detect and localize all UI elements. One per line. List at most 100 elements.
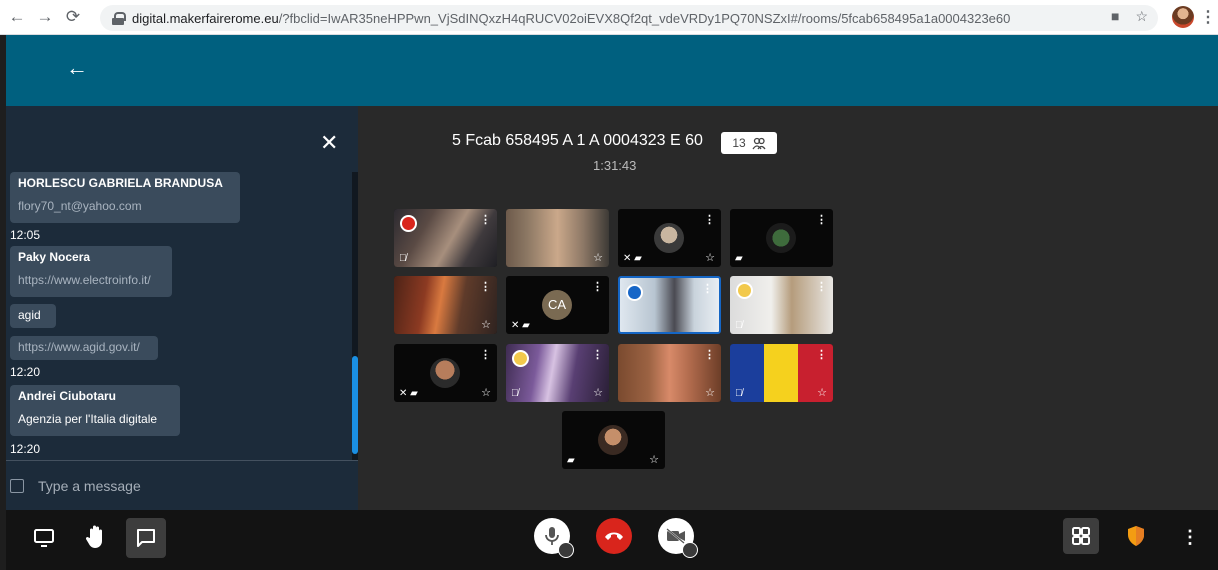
participant-tile-active[interactable]: ⋮ <box>618 276 721 334</box>
camera-button[interactable] <box>658 518 698 558</box>
pin-star-icon[interactable]: ☆ <box>481 318 491 331</box>
raise-hand-button[interactable] <box>84 524 108 550</box>
address-bar[interactable]: digital.makerfairerome.eu/?fbclid=IwAR35… <box>100 5 1158 31</box>
microphone-button[interactable] <box>534 518 574 558</box>
chat-message-sender: HORLESCU GABRIELA BRANDUSA <box>18 176 223 190</box>
chat-timestamp: 12:05 <box>10 228 41 242</box>
mic-muted-icon: 🎙̸ <box>511 388 519 399</box>
participant-count: 13 <box>732 136 746 150</box>
pin-star-icon[interactable]: ☆ <box>481 386 491 399</box>
more-actions-icon[interactable]: ⋮ <box>1181 522 1199 552</box>
reload-icon[interactable]: ⟳ <box>62 6 84 28</box>
chat-scrollbar-thumb[interactable] <box>352 356 358 454</box>
audio-level-icon <box>400 215 417 232</box>
mic-muted-icon: 🎙̸ <box>735 388 743 399</box>
camera-indicator-icon[interactable]: ■ <box>1111 8 1119 25</box>
camera-muted-icon: ▰ <box>567 455 575 466</box>
participant-tile[interactable]: ⋮ ✕ ▰ ☆ <box>394 344 497 402</box>
back-icon[interactable]: ← <box>66 55 88 81</box>
chat-toggle-button[interactable] <box>126 518 166 558</box>
tile-options-icon[interactable]: ⋮ <box>480 348 491 361</box>
camera-muted-icon: ▰ <box>735 253 743 264</box>
participant-tile[interactable]: CA ⋮ ✕ ▰ <box>506 276 609 334</box>
tile-options-icon[interactable]: ⋮ <box>702 282 713 295</box>
mic-camera-muted-icon: ✕ ▰ <box>511 320 530 331</box>
chat-message-link[interactable]: https://www.agid.gov.it/ <box>18 340 150 354</box>
mic-camera-muted-icon: ✕ ▰ <box>623 253 642 264</box>
camera-off-icon <box>666 528 685 544</box>
pin-star-icon[interactable]: ☆ <box>817 386 827 399</box>
tile-options-icon[interactable]: ⋮ <box>704 213 715 226</box>
camera-options-chevron-icon[interactable] <box>682 542 698 558</box>
tile-view-button[interactable] <box>1063 518 1099 554</box>
tile-options-icon[interactable]: ⋮ <box>480 213 491 226</box>
back-arrow-icon[interactable]: ← <box>6 6 28 28</box>
forward-arrow-icon[interactable]: → <box>34 6 56 28</box>
chat-message-text: Agenzia per l'Italia digitale <box>18 412 158 426</box>
participant-tile[interactable]: ⋮ ☆ <box>394 276 497 334</box>
hangup-button[interactable] <box>596 518 632 554</box>
emoji-checkbox[interactable] <box>10 478 24 493</box>
participants-button[interactable]: 13 <box>721 132 777 154</box>
mic-muted-icon: 🎙̸ <box>735 320 743 331</box>
tile-options-icon[interactable]: ⋮ <box>704 348 715 361</box>
chat-message-link[interactable]: https://www.electroinfo.it/ <box>18 273 164 287</box>
pin-star-icon[interactable]: ☆ <box>593 251 603 264</box>
participant-avatar <box>598 425 628 455</box>
close-chat-icon[interactable]: ✕ <box>320 130 338 156</box>
chat-timestamp: 12:20 <box>10 365 41 379</box>
security-button[interactable] <box>1126 524 1146 548</box>
tile-options-icon[interactable]: ⋮ <box>816 280 827 293</box>
participant-tile[interactable]: ⋮ ✕ ▰ ☆ <box>618 209 721 267</box>
participant-tile[interactable]: ▰ ☆ <box>562 411 665 469</box>
chat-message: Paky Nocera https://www.electroinfo.it/ <box>10 246 172 297</box>
url-host: digital.makerfairerome.eu <box>132 10 279 26</box>
chat-message-sender: Paky Nocera <box>18 250 91 264</box>
chat-message-text: flory70_nt@yahoo.com <box>18 199 142 213</box>
tile-options-icon[interactable]: ⋮ <box>816 213 827 226</box>
chat-timestamp: 12:20 <box>10 442 41 456</box>
participant-tile[interactable]: ⋮ 🎙̸ <box>394 209 497 267</box>
chat-message-input[interactable] <box>38 477 318 494</box>
tile-options-icon[interactable]: ⋮ <box>816 348 827 361</box>
pin-star-icon[interactable]: ☆ <box>649 453 659 466</box>
app-header: ← <box>6 35 1218 106</box>
pin-star-icon[interactable]: ☆ <box>705 386 715 399</box>
participant-tile[interactable]: ⋮ 🎙̸ <box>730 276 833 334</box>
browser-menu-icon[interactable]: ⋮ <box>1200 7 1216 27</box>
chat-icon <box>137 529 155 547</box>
chat-panel: ✕ HORLESCU GABRIELA BRANDUSA flory70_nt@… <box>6 106 358 510</box>
screen-share-icon <box>34 529 54 547</box>
tile-options-icon[interactable]: ⋮ <box>592 348 603 361</box>
participant-avatar <box>766 223 796 253</box>
chat-messages: HORLESCU GABRIELA BRANDUSA flory70_nt@ya… <box>6 172 352 460</box>
pin-star-icon[interactable]: ☆ <box>705 251 715 264</box>
tile-options-icon[interactable]: ⋮ <box>480 280 491 293</box>
participant-avatar <box>654 223 684 253</box>
profile-avatar[interactable] <box>1172 6 1194 28</box>
participant-tile[interactable]: ⋮ 🎙̸ ☆ <box>730 344 833 402</box>
call-toolbar: ⋮ <box>6 510 1218 570</box>
speaker-icon <box>626 284 643 301</box>
microphone-icon <box>545 527 559 545</box>
url-text: digital.makerfairerome.eu/?fbclid=IwAR35… <box>132 11 1052 26</box>
participant-tile[interactable]: ⋮ 🎙̸ ☆ <box>506 344 609 402</box>
pin-star-icon[interactable]: ☆ <box>593 386 603 399</box>
mic-options-chevron-icon[interactable] <box>558 542 574 558</box>
audio-level-icon <box>736 282 753 299</box>
participant-initials: CA <box>542 290 572 320</box>
screen-share-button[interactable] <box>32 526 56 550</box>
mic-camera-muted-icon: ✕ ▰ <box>399 388 418 399</box>
tile-options-icon[interactable]: ⋮ <box>592 280 603 293</box>
participant-tile[interactable]: ⋮ ▰ <box>730 209 833 267</box>
chat-message: HORLESCU GABRIELA BRANDUSA flory70_nt@ya… <box>10 172 240 223</box>
chat-message: Andrei Ciubotaru Agenzia per l'Italia di… <box>10 385 180 436</box>
bookmark-star-icon[interactable]: ☆ <box>1135 8 1148 25</box>
audio-level-icon <box>512 350 529 367</box>
browser-toolbar: ← → ⟳ digital.makerfairerome.eu/?fbclid=… <box>0 0 1218 35</box>
shield-icon <box>1128 526 1144 546</box>
chat-message: https://www.agid.gov.it/ <box>10 336 158 360</box>
participant-tile[interactable]: ☆ <box>506 209 609 267</box>
call-timer: 1:31:43 <box>593 158 637 173</box>
participant-tile[interactable]: ⋮ ☆ <box>618 344 721 402</box>
